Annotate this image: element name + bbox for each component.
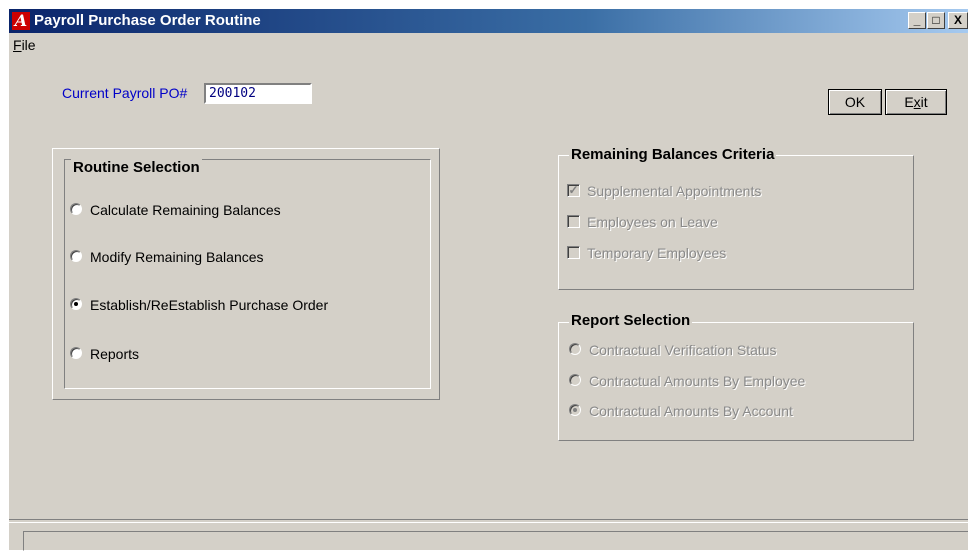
checkbox[interactable]: [567, 215, 580, 228]
radio-label: Calculate Remaining Balances: [90, 202, 281, 218]
exit-label-post: it: [920, 94, 928, 110]
close-button[interactable]: X: [948, 12, 968, 29]
bottom-separator: [9, 519, 968, 523]
window-title: Payroll Purchase Order Routine: [34, 12, 261, 29]
checkbox-label: Temporary Employees: [587, 245, 727, 261]
radio-button[interactable]: [569, 374, 581, 386]
checkbox[interactable]: [567, 246, 580, 259]
radio-selected-dot: [74, 302, 78, 306]
ok-button[interactable]: OK: [828, 89, 882, 115]
menu-file-mnemonic: F: [13, 37, 22, 53]
app-logo-icon: A: [12, 12, 30, 30]
menu-file[interactable]: File: [13, 37, 36, 53]
maximize-button[interactable]: □: [927, 12, 945, 29]
checkbox-label: Supplemental Appointments: [587, 183, 762, 199]
radio-button[interactable]: [70, 203, 82, 215]
checkbox-label: Employees on Leave: [587, 214, 718, 230]
radio-selected-dot: [573, 408, 577, 412]
exit-label-mnemonic: x: [913, 94, 921, 110]
status-bar: [23, 531, 968, 551]
title-bar[interactable]: A Payroll Purchase Order Routine _ □ X: [9, 9, 968, 33]
radio-button[interactable]: [70, 347, 82, 359]
radio-label: Establish/ReEstablish Purchase Order: [90, 297, 329, 313]
menu-bar: File: [9, 33, 968, 55]
main-window: A Payroll Purchase Order Routine _ □ X F…: [8, 8, 968, 551]
menu-file-label: ile: [21, 37, 36, 53]
minimize-button[interactable]: _: [908, 12, 926, 29]
exit-label-pre: E: [904, 94, 914, 110]
radio-label: Contractual Amounts By Account: [589, 403, 793, 419]
radio-label: Contractual Verification Status: [589, 342, 777, 358]
checkbox-checked[interactable]: ✓: [567, 184, 580, 197]
routine-selection-title: Routine Selection: [71, 159, 202, 176]
radio-label: Reports: [90, 346, 140, 362]
report-selection-title: Report Selection: [569, 312, 693, 329]
po-number-label: Current Payroll PO#: [62, 85, 188, 101]
remaining-balances-criteria-title: Remaining Balances Criteria: [569, 146, 777, 163]
radio-button[interactable]: [70, 250, 82, 262]
radio-button[interactable]: [569, 343, 581, 355]
po-number-input[interactable]: 200102: [204, 83, 312, 104]
radio-label: Modify Remaining Balances: [90, 249, 264, 265]
exit-button[interactable]: Exit: [885, 89, 947, 115]
radio-button-selected[interactable]: [70, 298, 82, 310]
radio-button-selected[interactable]: [569, 404, 581, 416]
radio-label: Contractual Amounts By Employee: [589, 373, 806, 389]
